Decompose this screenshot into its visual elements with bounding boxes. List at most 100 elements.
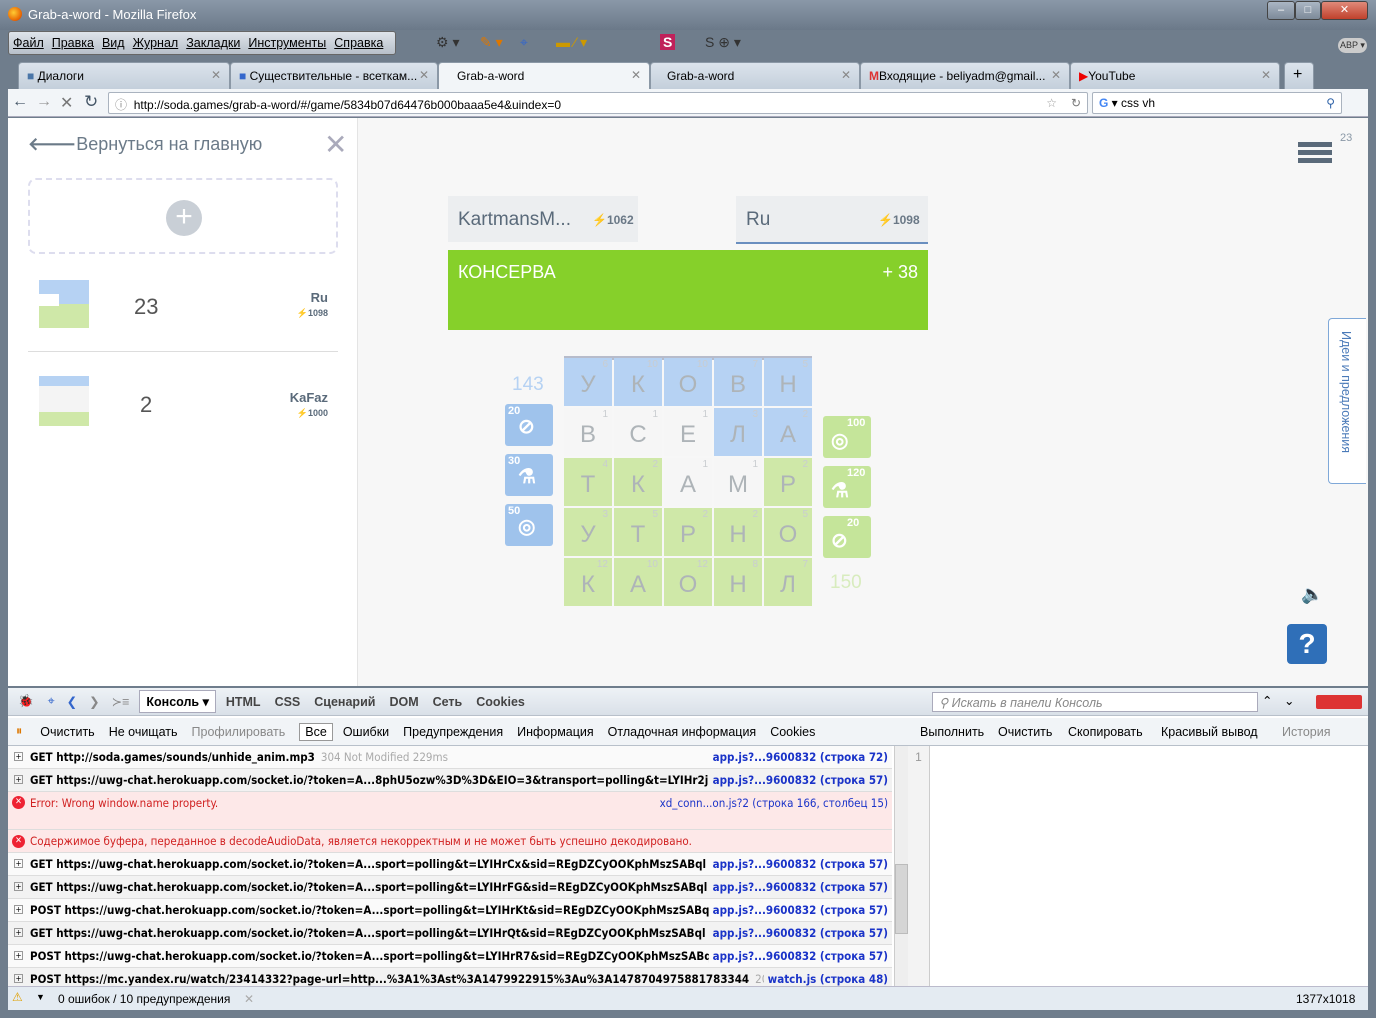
source-link[interactable]: app.js?...9600832 (строка 57) (708, 857, 888, 871)
menu-help[interactable]: Справка (330, 36, 387, 50)
letter-tile[interactable]: М1 (714, 458, 762, 506)
source-link[interactable]: app.js?...9600832 (строка 57) (708, 949, 888, 963)
console-scrollbar[interactable] (894, 746, 908, 986)
filter-info[interactable]: Информация (517, 725, 594, 739)
command-line-icon[interactable]: ≻≡ (112, 694, 130, 709)
source-link[interactable]: app.js?...9600832 (строка 57) (708, 926, 888, 940)
pretty-print-button[interactable]: Красивый вывод (1161, 725, 1258, 739)
letter-tile[interactable]: О 12 (664, 558, 712, 606)
tab-youtube[interactable]: ▶YouTube ✕ (1070, 62, 1280, 89)
letter-tile[interactable]: Л3 (714, 408, 762, 456)
letter-tile[interactable]: С1 (614, 408, 662, 456)
cursor-icon[interactable]: ⌖ (520, 34, 528, 51)
console-request-row[interactable]: + GET https://uwg-chat.herokuapp.com/sock… (8, 769, 892, 792)
games-counter-button[interactable]: 23 (1298, 132, 1352, 164)
letter-tile[interactable]: У6 (564, 358, 612, 406)
expand-icon[interactable]: + (14, 859, 23, 868)
expand-icon[interactable]: + (14, 752, 23, 761)
close-window-button[interactable]: ✕ (1321, 1, 1368, 20)
sound-icon[interactable]: 🔈 (1301, 584, 1323, 605)
stop-icon[interactable]: ✕ (60, 93, 73, 113)
profile-button[interactable]: Профилировать (192, 725, 286, 739)
reload-page-icon[interactable]: ↻ (1071, 96, 1081, 110)
url-bar[interactable]: ⓘ http://soda.games/grab-a-word/#/game/5… (108, 92, 1088, 114)
console-request-row[interactable]: + POST https://uwg-chat.herokuapp.com/soc… (8, 945, 892, 968)
filter-debug[interactable]: Отладочная информация (608, 725, 757, 739)
letter-tile[interactable]: А2 (764, 408, 812, 456)
console-search-input[interactable]: ⚲ Искать в панели Консоль (932, 692, 1258, 712)
tab-net[interactable]: Сеть (433, 695, 463, 709)
letter-tile[interactable]: Н8 (714, 558, 762, 606)
tab-dialogs[interactable]: ■ Диалоги ✕ (18, 62, 230, 89)
target-boost-button[interactable]: 50 ◎ (505, 504, 553, 546)
tab-grab-a-word-active[interactable]: Grab-a-word ✕ (438, 62, 650, 90)
letter-tile[interactable]: А1 (664, 458, 712, 506)
firebug-icon[interactable]: 🐞 (18, 694, 34, 709)
console-request-row[interactable]: + GET https://uwg-chat.herokuapp.com/sock… (8, 876, 892, 899)
expand-icon[interactable]: + (14, 951, 23, 960)
bookmark-star-icon[interactable]: ☆ (1046, 96, 1057, 110)
chevron-down-icon[interactable]: ▼ (36, 992, 45, 1002)
letter-tile[interactable]: Т4 (564, 458, 612, 506)
adblock-icon[interactable]: ABP ▾ (1338, 38, 1367, 53)
tab-grab-a-word[interactable]: Grab-a-word ✕ (650, 62, 860, 89)
console-request-row[interactable]: + GET http://soda.games/sounds/unhide_ani… (8, 746, 892, 769)
filter-errors[interactable]: Ошибки (343, 725, 389, 739)
pause-icon[interactable]: ⏸ (16, 724, 22, 739)
ideas-button[interactable]: Идеи и предложения (1328, 318, 1366, 484)
expand-icon[interactable]: + (14, 974, 23, 983)
game-list-item[interactable]: 23 Ru ⚡1098 (28, 268, 338, 352)
close-tab-icon[interactable]: ✕ (1051, 68, 1061, 82)
console-error-row[interactable]: ✕ Содержимое буфера, переданное в decodeA… (8, 830, 892, 853)
console-request-row[interactable]: + POST https://mc.yandex.ru/watch/2341433… (8, 968, 892, 986)
back-to-home-link[interactable]: 🡐Вернуться на главную (28, 134, 262, 155)
menu-tools[interactable]: Инструменты (244, 36, 330, 50)
history-button[interactable]: История (1282, 725, 1330, 739)
close-tab-icon[interactable]: ✕ (841, 68, 851, 82)
back-icon[interactable]: ← (12, 93, 28, 111)
filter-all[interactable]: Все (299, 722, 333, 741)
tab-cookies[interactable]: Cookies (476, 695, 525, 709)
letter-tile[interactable]: К 10 (614, 358, 662, 406)
minimize-button[interactable]: – (1267, 1, 1295, 20)
tab-nouns[interactable]: ■ Существительные - всеткам... ✕ (230, 62, 438, 89)
expand-icon[interactable]: + (14, 882, 23, 891)
reload-icon[interactable]: ↻ (84, 92, 98, 112)
menu-file[interactable]: Файл (9, 36, 48, 50)
new-game-button[interactable]: + (28, 178, 338, 254)
run-button[interactable]: Выполнить (920, 725, 984, 739)
copy-button[interactable]: Скопировать (1068, 725, 1143, 739)
expand-icon[interactable]: + (14, 905, 23, 914)
expand-icon[interactable]: + (14, 775, 23, 784)
menu-edit[interactable]: Правка (48, 36, 98, 50)
s-addon-icon[interactable]: S (660, 34, 676, 50)
tab-css[interactable]: CSS (275, 695, 301, 709)
game-list-item[interactable]: 2 KaFaz ⚡1000 (28, 368, 338, 452)
letter-tile[interactable]: О5 (764, 508, 812, 556)
letter-tile[interactable]: К2 (614, 458, 662, 506)
expand-icon[interactable]: + (14, 928, 23, 937)
close-icon[interactable]: ✕ (244, 992, 254, 1006)
letter-tile[interactable]: В7 (714, 358, 762, 406)
flask-boost-button[interactable]: 120 ⚗ (823, 466, 871, 508)
source-link[interactable]: xd_conn...on.js?2 (строка 166, столбец 1… (656, 796, 888, 810)
block-boost-button[interactable]: 20 ⊘ (823, 516, 871, 558)
forward-icon[interactable]: → (36, 93, 52, 111)
close-tab-icon[interactable]: ✕ (419, 68, 429, 82)
forward-icon[interactable]: ❯ (89, 694, 99, 709)
console-request-row[interactable]: + GET https://uwg-chat.herokuapp.com/sock… (8, 922, 892, 945)
tab-script[interactable]: Сценарий (314, 695, 375, 709)
menu-view[interactable]: Вид (98, 36, 129, 50)
back-icon[interactable]: ❮ (67, 694, 77, 709)
letter-tile[interactable]: Р2 (664, 508, 712, 556)
s-bookmark-icon[interactable]: S ⊕ ▾ (705, 34, 741, 51)
tab-gmail[interactable]: MВходящие - beliyadm@gmail... ✕ (860, 62, 1070, 89)
letter-tile[interactable]: Е1 (664, 408, 712, 456)
block-boost-button[interactable]: 20 ⊘ (505, 404, 553, 446)
tab-html[interactable]: HTML (226, 695, 261, 709)
target-boost-button[interactable]: 100 ◎ (823, 416, 871, 458)
search-prev-icon[interactable]: ⌃ (1262, 693, 1272, 708)
gear-icon[interactable]: ⚙ ▾ (436, 34, 459, 51)
letter-tile[interactable]: Т5 (614, 508, 662, 556)
new-tab-button[interactable]: + (1284, 62, 1314, 89)
